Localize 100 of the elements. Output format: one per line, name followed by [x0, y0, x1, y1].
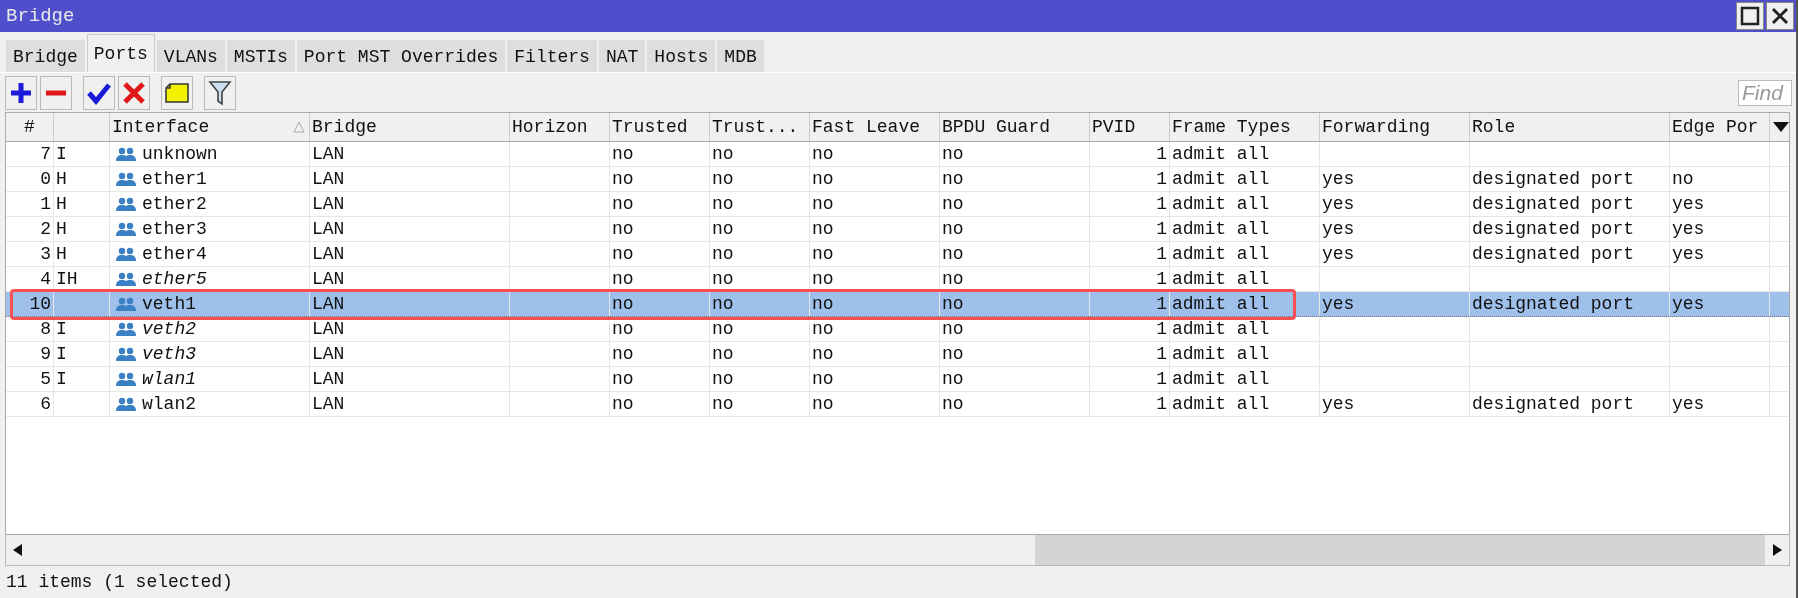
table-row[interactable]: 9 I veth3 LAN no no no no 1 admit all	[6, 342, 1789, 367]
column-header[interactable]: Trusted	[610, 113, 710, 141]
left-arrow-icon	[13, 544, 23, 556]
table-row[interactable]: 0 H ether1 LAN no no no no 1 admit all yes designated port no	[6, 167, 1789, 192]
close-button[interactable]	[1766, 2, 1794, 30]
table-cell: no	[812, 369, 834, 389]
table-cell: 10	[29, 294, 51, 314]
table-cell: admit all	[1172, 369, 1270, 389]
table-cell: no	[712, 169, 734, 189]
table-cell: no	[612, 244, 634, 264]
table-cell: yes	[1672, 294, 1705, 314]
tab[interactable]: Hosts	[647, 40, 716, 72]
disable-button[interactable]	[118, 75, 150, 110]
filter-button[interactable]	[204, 75, 236, 110]
column-header[interactable]: Frame Types	[1170, 113, 1320, 141]
table-cell: 1	[1156, 144, 1167, 164]
table-cell: no	[612, 294, 634, 314]
users-icon	[116, 272, 136, 286]
table-cell: 9	[40, 344, 51, 364]
table-cell: no	[612, 319, 634, 339]
table-row[interactable]: 2 H ether3 LAN no no no no 1 admit all yes designated port yes	[6, 217, 1789, 242]
table-cell: admit all	[1172, 194, 1270, 214]
table-cell: I	[56, 319, 67, 339]
table-cell: ether5	[142, 269, 207, 289]
table-cell: yes	[1322, 219, 1355, 239]
column-header[interactable]: PVID	[1090, 113, 1170, 141]
tab[interactable]: Filters	[507, 40, 597, 72]
table-cell: no	[712, 244, 734, 264]
table-cell: unknown	[142, 144, 218, 164]
filter-icon	[208, 79, 232, 106]
column-header[interactable]: Trust...	[710, 113, 810, 141]
column-header[interactable]: Interface	[110, 113, 310, 141]
maximize-button[interactable]	[1736, 2, 1764, 30]
table-row[interactable]: 3 H ether4 LAN no no no no 1 admit all yes designated port yes	[6, 242, 1789, 267]
find-field[interactable]: Find	[1738, 79, 1792, 106]
column-header[interactable]: Edge Por	[1670, 113, 1770, 141]
table-cell: no	[612, 144, 634, 164]
users-icon	[116, 247, 136, 261]
tab[interactable]: NAT	[598, 40, 646, 72]
column-header[interactable]: Role	[1470, 113, 1670, 141]
table-cell: no	[712, 294, 734, 314]
table-cell: admit all	[1172, 394, 1270, 414]
table-cell: LAN	[312, 194, 345, 214]
column-header[interactable]: Horizon	[510, 113, 610, 141]
table-cell: no	[942, 169, 964, 189]
table-row[interactable]: 6 wlan2 LAN no no no no 1 admit all yes designated port yes	[6, 392, 1789, 417]
enable-button[interactable]	[83, 75, 115, 110]
comment-button[interactable]	[161, 75, 193, 110]
table-cell: 4	[40, 269, 51, 289]
table-cell: H	[56, 194, 67, 214]
table-cell: wlan2	[142, 394, 196, 414]
users-icon	[116, 347, 136, 361]
table-cell: designated port	[1472, 169, 1635, 189]
table-cell: admit all	[1172, 294, 1270, 314]
table-cell: LAN	[312, 344, 345, 364]
tab[interactable]: MSTIs	[226, 40, 295, 72]
table-cell: designated port	[1472, 194, 1635, 214]
table-row[interactable]: 1 H ether2 LAN no no no no 1 admit all yes designated port yes	[6, 192, 1789, 217]
horizontal-scrollbar[interactable]	[5, 535, 1790, 566]
table-row[interactable]: 5 I wlan1 LAN no no no no 1 admit all	[6, 367, 1789, 392]
table-cell: yes	[1322, 394, 1355, 414]
column-header[interactable]: Forwarding	[1320, 113, 1470, 141]
table-cell: admit all	[1172, 319, 1270, 339]
scroll-thumb[interactable]	[1035, 535, 1765, 565]
table-cell: no	[612, 344, 634, 364]
add-button[interactable]	[5, 75, 37, 110]
column-header[interactable]: BPDU Guard	[940, 113, 1090, 141]
table-cell: ether2	[142, 194, 207, 214]
close-icon	[1770, 6, 1790, 26]
table-cell: veth2	[142, 319, 196, 339]
table-cell: admit all	[1172, 344, 1270, 364]
table-cell: 1	[1156, 194, 1167, 214]
table-cell: yes	[1672, 194, 1705, 214]
tab[interactable]: Bridge	[6, 40, 85, 72]
column-header[interactable]: #	[6, 113, 54, 141]
tab[interactable]: Port MST Overrides	[296, 40, 506, 72]
table-cell: H	[56, 169, 67, 189]
column-header[interactable]: Bridge	[310, 113, 510, 141]
table-cell: no	[612, 269, 634, 289]
tab[interactable]: VLANs	[156, 40, 225, 72]
table-cell: IH	[56, 269, 78, 289]
table-cell: 1	[1156, 369, 1167, 389]
minus-icon	[45, 89, 67, 96]
table-cell: yes	[1672, 219, 1705, 239]
sort-indicator-icon	[293, 121, 305, 133]
table-cell: no	[942, 319, 964, 339]
table-row[interactable]: 10 veth1 LAN no no no no 1 admit all yes designated port yes	[6, 292, 1789, 317]
table-cell: no	[712, 394, 734, 414]
table-cell: no	[612, 369, 634, 389]
tab[interactable]: MDB	[717, 40, 764, 72]
table-cell: yes	[1322, 244, 1355, 264]
tab[interactable]: Ports	[86, 34, 155, 72]
users-icon	[116, 222, 136, 236]
table-row[interactable]: 8 I veth2 LAN no no no no 1 admit all	[6, 317, 1789, 342]
remove-button[interactable]	[40, 75, 72, 110]
table-cell: admit all	[1172, 169, 1270, 189]
table-cell: no	[942, 219, 964, 239]
column-header[interactable]: Fast Leave	[810, 113, 940, 141]
table-cell: designated port	[1472, 394, 1635, 414]
table-row[interactable]: 7 I unknown LAN no no no no 1 admit all	[6, 142, 1789, 167]
